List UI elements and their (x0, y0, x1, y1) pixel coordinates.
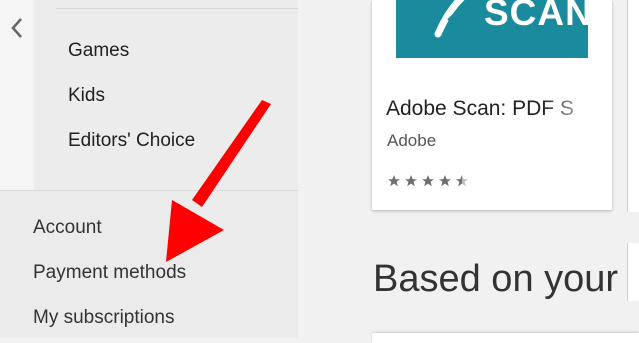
annotation-arrow-icon (166, 100, 271, 262)
